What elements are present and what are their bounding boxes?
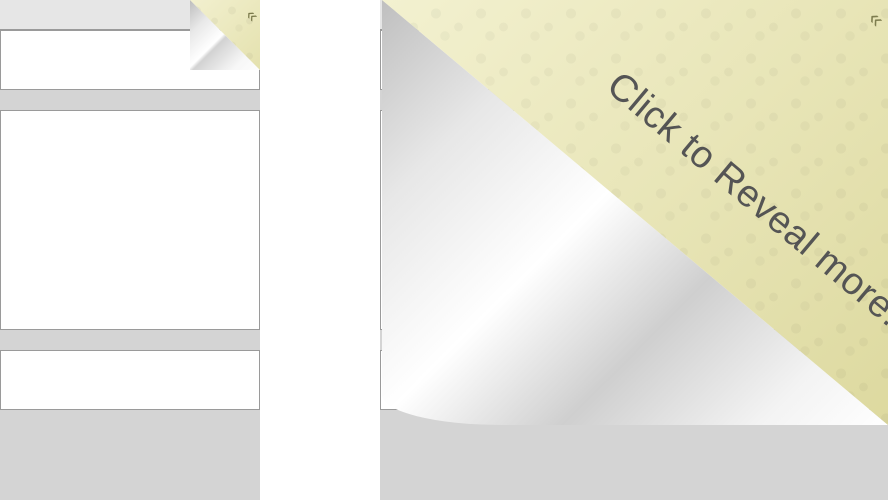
demo-expanded-column: Show me the money! Click to Reveal more!… xyxy=(380,0,888,500)
placeholder-row xyxy=(0,110,260,330)
page-peel-collapsed[interactable]: « xyxy=(190,0,260,70)
page-peel-expanded[interactable]: Click to Reveal more! « xyxy=(382,0,888,425)
placeholder-row xyxy=(0,350,260,410)
demo-collapsed-column: « xyxy=(0,0,260,500)
